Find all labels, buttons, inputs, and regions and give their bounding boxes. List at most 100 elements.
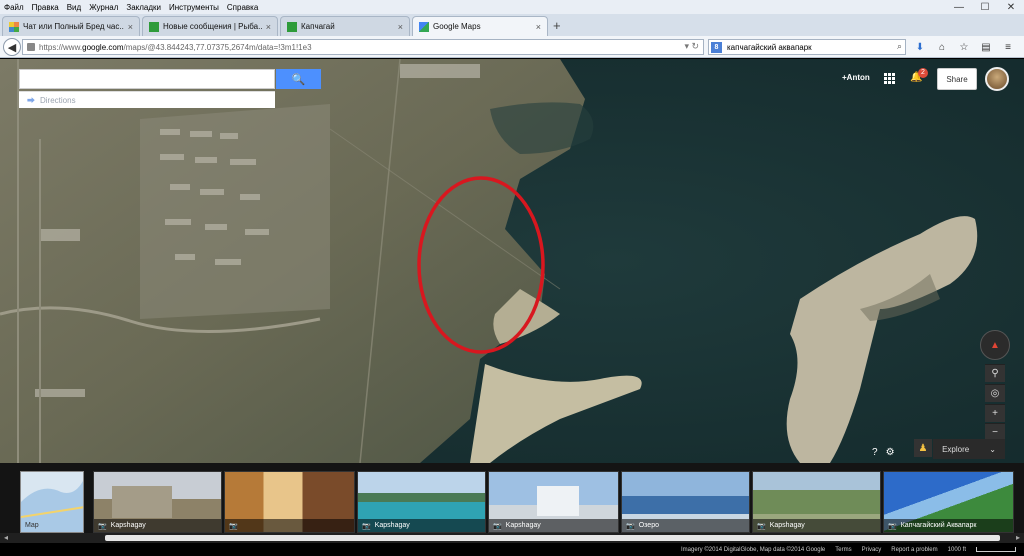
- directions-icon: ⮕: [27, 95, 35, 105]
- bookmark-star-icon[interactable]: ☆: [956, 39, 972, 55]
- tab-messages[interactable]: Новые сообщения | Рыба... ×: [142, 16, 278, 36]
- minimize-button[interactable]: —: [946, 0, 972, 14]
- home-icon[interactable]: ⌂: [934, 39, 950, 55]
- url-host: google.com: [82, 42, 124, 52]
- camera-icon: 📷: [626, 522, 635, 530]
- nav-bar: ◀ https://www. google.com /maps/@43.8442…: [0, 36, 1024, 58]
- camera-icon: 📷: [362, 522, 371, 530]
- avatar[interactable]: [985, 67, 1009, 91]
- close-icon[interactable]: ×: [536, 22, 541, 32]
- directions-link[interactable]: ⮕ Directions: [19, 91, 275, 108]
- scroll-right-icon[interactable]: ▸: [1016, 533, 1020, 542]
- photo-thumbnail[interactable]: 📷 Kapshagay: [93, 471, 222, 533]
- reload-icon[interactable]: ▾ ↻: [684, 41, 699, 52]
- terms-link[interactable]: Terms: [835, 547, 851, 553]
- download-icon[interactable]: ⬇: [912, 39, 928, 55]
- menu-history[interactable]: Журнал: [85, 3, 122, 12]
- menu-file[interactable]: Файл: [0, 3, 28, 12]
- arrow-left-icon: ◀: [7, 41, 17, 54]
- camera-icon: 📷: [757, 522, 766, 530]
- photo-building: [112, 486, 172, 518]
- maps-search-button[interactable]: 🔍: [276, 69, 321, 89]
- photo-building: [537, 486, 579, 516]
- notification-badge: 2: [918, 68, 928, 78]
- photo-caption: 📷 Озеро: [622, 519, 749, 532]
- pegman-street-view-control[interactable]: ⚲: [985, 364, 1005, 382]
- tab-chat[interactable]: Чат или Полный Бред час... ×: [2, 16, 140, 36]
- menu-tools[interactable]: Инструменты: [165, 3, 223, 12]
- map-footer: Imagery ©2014 DigitalGlobe, Map data ©20…: [0, 543, 1024, 556]
- tab-bar: Чат или Полный Бред час... × Новые сообщ…: [0, 14, 1024, 36]
- photo-strip: Map 📷 Kapshagay 📷 📷 Kapshagay 📷 Kapshagay 📷…: [0, 463, 1024, 543]
- photo-thumbnail[interactable]: 📷 Kapshagay: [357, 471, 486, 533]
- photo-caption: 📷 Kapshagay: [358, 519, 485, 532]
- favicon-icon: [419, 21, 429, 32]
- photo-thumbnail[interactable]: 📷 Kapshagay: [488, 471, 619, 533]
- camera-icon: 📷: [229, 522, 238, 530]
- compass-control[interactable]: ▲: [980, 330, 1010, 360]
- pegman-icon[interactable]: ♟: [914, 439, 932, 457]
- tab-kapchagay[interactable]: Капчагай ×: [280, 16, 410, 36]
- close-icon[interactable]: ×: [266, 22, 271, 32]
- scale-label[interactable]: 1000 ft: [948, 547, 966, 553]
- url-prefix: https://www.: [39, 42, 83, 52]
- bookmarks-list-icon[interactable]: ▤: [978, 39, 994, 55]
- camera-icon: 📷: [98, 522, 107, 530]
- search-icon[interactable]: ⌕: [897, 41, 902, 52]
- search-engine-icon[interactable]: 8: [711, 42, 722, 53]
- maps-search-input[interactable]: [19, 69, 275, 89]
- favicon-icon: [149, 21, 159, 32]
- help-icon[interactable]: ?: [872, 447, 878, 458]
- chevron-down-icon: ⌄: [989, 444, 996, 454]
- favicon-icon: [287, 21, 297, 32]
- help-settings: ? ⚙: [872, 447, 895, 458]
- map-view-toggle[interactable]: Map: [20, 471, 84, 533]
- close-window-button[interactable]: ✕: [998, 0, 1024, 14]
- privacy-link[interactable]: Privacy: [862, 547, 882, 553]
- close-icon[interactable]: ×: [398, 22, 403, 32]
- account-link[interactable]: +Anton: [842, 73, 870, 82]
- tab-google-maps[interactable]: Google Maps ×: [412, 16, 548, 36]
- camera-icon: 📷: [888, 522, 897, 530]
- scrollbar-thumb[interactable]: [105, 535, 1000, 541]
- menu-help[interactable]: Справка: [223, 3, 262, 12]
- zoom-in-button[interactable]: +: [985, 404, 1005, 422]
- favicon-icon: [9, 21, 19, 32]
- explore-button[interactable]: Explore ⌄: [933, 439, 1005, 459]
- photo-thumbnail[interactable]: 📷 Kapshagay: [752, 471, 881, 533]
- menu-view[interactable]: Вид: [63, 3, 85, 12]
- globe-icon: [27, 43, 35, 51]
- scale-bar: [976, 547, 1016, 552]
- maximize-button[interactable]: ☐: [972, 0, 998, 14]
- search-value: капчагайский аквапарк: [727, 42, 812, 52]
- photo-caption: 📷 Kapshagay: [489, 519, 618, 532]
- new-tab-button[interactable]: +: [553, 18, 561, 33]
- menu-edit[interactable]: Правка: [28, 3, 63, 12]
- explore-label: Explore: [942, 444, 970, 454]
- report-problem-link[interactable]: Report a problem: [891, 547, 937, 553]
- imagery-attribution: Imagery ©2014 DigitalGlobe, Map data ©20…: [681, 546, 826, 553]
- camera-icon: 📷: [493, 522, 502, 530]
- photo-thumbnail[interactable]: 📷 Озеро: [621, 471, 750, 533]
- photo-thumbnail[interactable]: 📷 Капчагайский Аквапарк: [883, 471, 1014, 533]
- satellite-imagery: [0, 59, 1024, 463]
- close-icon[interactable]: ×: [128, 22, 133, 32]
- url-path: /maps/@43.844243,77.07375,2674m/data=!3m…: [123, 42, 312, 52]
- photo-thumbnail[interactable]: 📷: [224, 471, 355, 533]
- satellite-map[interactable]: 🔍 ⮕ Directions +Anton 🔔 2 Share ▲ ⚲ ◎ + …: [0, 59, 1024, 463]
- menu-bookmarks[interactable]: Закладки: [122, 3, 165, 12]
- scroll-left-icon[interactable]: ◂: [4, 533, 8, 542]
- apps-grid-icon[interactable]: [884, 73, 895, 84]
- back-button[interactable]: ◀: [3, 38, 21, 56]
- browser-search-input[interactable]: 8 капчагайский аквапарк ⌕: [708, 39, 906, 55]
- gear-icon[interactable]: ⚙: [886, 447, 895, 458]
- photo-strip-scrollbar[interactable]: ◂ ▸: [0, 533, 1024, 543]
- my-location-button[interactable]: ◎: [985, 384, 1005, 402]
- menu-icon[interactable]: ≡: [1000, 39, 1016, 55]
- compass-icon: ▲: [990, 339, 1000, 351]
- location-icon: ◎: [990, 388, 1000, 399]
- person-icon: ⚲: [991, 368, 999, 379]
- photo-caption: 📷: [225, 519, 354, 532]
- share-button[interactable]: Share: [937, 68, 977, 90]
- url-bar[interactable]: https://www. google.com /maps/@43.844243…: [22, 39, 704, 55]
